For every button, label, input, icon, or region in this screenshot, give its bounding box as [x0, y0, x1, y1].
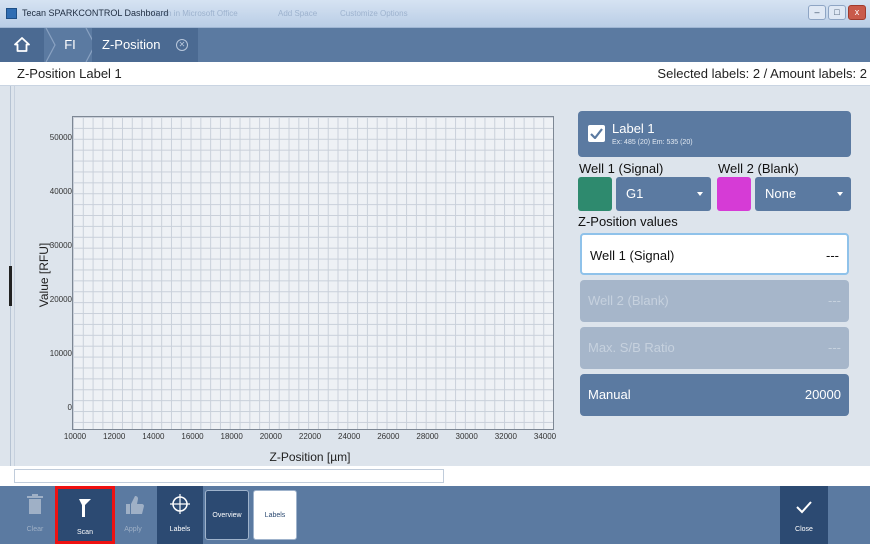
- x-tick-label: 12000: [103, 432, 126, 441]
- app-icon: [6, 8, 17, 19]
- x-tick-label: 32000: [494, 432, 517, 441]
- well1-label: Well 1 (Signal): [579, 161, 664, 176]
- x-tick-label: 28000: [416, 432, 439, 441]
- trash-icon: [27, 494, 43, 514]
- zpos-row-value: ---: [828, 340, 841, 355]
- window-title: Tecan SPARKCONTROL Dashboard: [22, 8, 169, 18]
- progress-bar: [14, 469, 444, 483]
- bottom-toolbar: Clear Scan Apply Labels Overview Labels …: [0, 486, 870, 544]
- checkmark-icon: [590, 128, 603, 139]
- plot-area[interactable]: [72, 116, 554, 430]
- apply-label: Apply: [124, 526, 142, 533]
- tab-z-position[interactable]: Z-Position ✕: [92, 28, 198, 62]
- well1-color-swatch: [578, 177, 612, 211]
- apply-button: Apply: [110, 486, 156, 544]
- z-position-values-heading: Z-Position values: [578, 214, 678, 229]
- crosshair-icon: [170, 494, 190, 514]
- label-1-card[interactable]: Label 1 Ex: 485 (20) Em: 535 (20): [578, 111, 851, 157]
- z-position-chart: 50000 40000 30000 20000 10000 0 10000 12000 140…: [20, 98, 565, 470]
- zpos-row-key: Max. S/B Ratio: [588, 340, 675, 355]
- x-tick-label: 16000: [181, 432, 204, 441]
- y-tick-label: 10000: [49, 349, 72, 358]
- flag-icon: [79, 499, 91, 517]
- well2-select[interactable]: None: [755, 177, 851, 211]
- well1-select-value: G1: [626, 186, 644, 201]
- labels-label: Labels: [169, 526, 191, 533]
- x-tick-label: 14000: [142, 432, 165, 441]
- close-window-button[interactable]: x: [848, 5, 866, 20]
- divider: [14, 86, 15, 466]
- x-tick-label: 10000: [63, 432, 87, 441]
- zpos-row-key: Well 1 (Signal): [590, 248, 675, 263]
- home-icon: [14, 37, 30, 52]
- x-tick-label: 34000: [533, 432, 557, 441]
- ghost-menu-item: Add Space: [278, 9, 318, 18]
- maximize-button[interactable]: □: [828, 5, 846, 20]
- x-tick-label: 24000: [338, 432, 361, 441]
- zpos-row-value: 20000: [804, 387, 841, 402]
- x-tick-label: 20000: [259, 432, 282, 441]
- zpos-row-max-ratio: Max. S/B Ratio ---: [580, 327, 849, 369]
- title-bar: Tecan SPARKCONTROL Dashboard Open in Mic…: [0, 0, 870, 28]
- close-tab-icon[interactable]: ✕: [176, 39, 188, 51]
- scan-label: Scan: [77, 529, 93, 536]
- checkmark-icon: [796, 501, 812, 514]
- label-1-checkbox[interactable]: [588, 125, 605, 142]
- breadcrumb-fl[interactable]: FI: [54, 28, 86, 62]
- page-header: Z-Position Label 1 Selected labels: 2 / …: [0, 62, 870, 86]
- panel-handle[interactable]: [9, 266, 12, 306]
- clear-label: Clear: [26, 526, 44, 533]
- y-axis-label: Value [RFU]: [37, 242, 51, 308]
- labels-button[interactable]: Labels: [157, 486, 203, 544]
- labels-view-button[interactable]: Labels: [253, 490, 297, 540]
- tab-z-position-label: Z-Position: [102, 37, 161, 52]
- ghost-menu-item: Open in Microsoft Office: [152, 9, 238, 18]
- chevron-down-icon: [837, 192, 843, 196]
- well2-color-swatch: [717, 177, 751, 211]
- well2-select-value: None: [765, 186, 797, 201]
- x-tick-label: 26000: [377, 432, 400, 441]
- zpos-row-well2: Well 2 (Blank) ---: [580, 280, 849, 322]
- overview-view-button[interactable]: Overview: [205, 490, 249, 540]
- y-tick-label: 0: [67, 403, 72, 412]
- zpos-row-value: ---: [826, 248, 839, 263]
- x-tick-label: 30000: [455, 432, 478, 441]
- chevron-down-icon: [697, 192, 703, 196]
- nav-bar: FI Z-Position ✕: [0, 28, 870, 62]
- x-axis-label: Z-Position [µm]: [269, 450, 351, 464]
- zpos-row-manual[interactable]: Manual 20000: [580, 374, 849, 416]
- thumbs-up-icon: [126, 496, 144, 514]
- close-button[interactable]: Close: [780, 486, 828, 544]
- x-tick-label: 18000: [220, 432, 243, 441]
- close-label: Close: [795, 526, 813, 533]
- y-tick-label: 40000: [49, 187, 72, 196]
- page-title: Z-Position Label 1: [17, 66, 122, 81]
- well1-select[interactable]: G1: [616, 177, 711, 211]
- scan-button[interactable]: Scan: [55, 486, 115, 544]
- zpos-row-value: ---: [828, 293, 841, 308]
- label-name: Label 1: [612, 121, 655, 136]
- zpos-row-well1[interactable]: Well 1 (Signal) ---: [580, 233, 849, 275]
- clear-button[interactable]: Clear: [12, 486, 58, 544]
- zpos-row-key: Manual: [588, 387, 631, 402]
- label-count-status: Selected labels: 2 / Amount labels: 2: [657, 66, 867, 81]
- minimize-button[interactable]: –: [808, 5, 826, 20]
- zpos-row-key: Well 2 (Blank): [588, 293, 669, 308]
- y-tick-label: 50000: [49, 133, 72, 142]
- home-button[interactable]: [0, 28, 44, 62]
- label-wavelengths: Ex: 485 (20) Em: 535 (20): [612, 139, 693, 146]
- well2-label: Well 2 (Blank): [718, 161, 799, 176]
- ghost-menu-item: Customize Options: [340, 9, 408, 18]
- x-tick-label: 22000: [298, 432, 322, 441]
